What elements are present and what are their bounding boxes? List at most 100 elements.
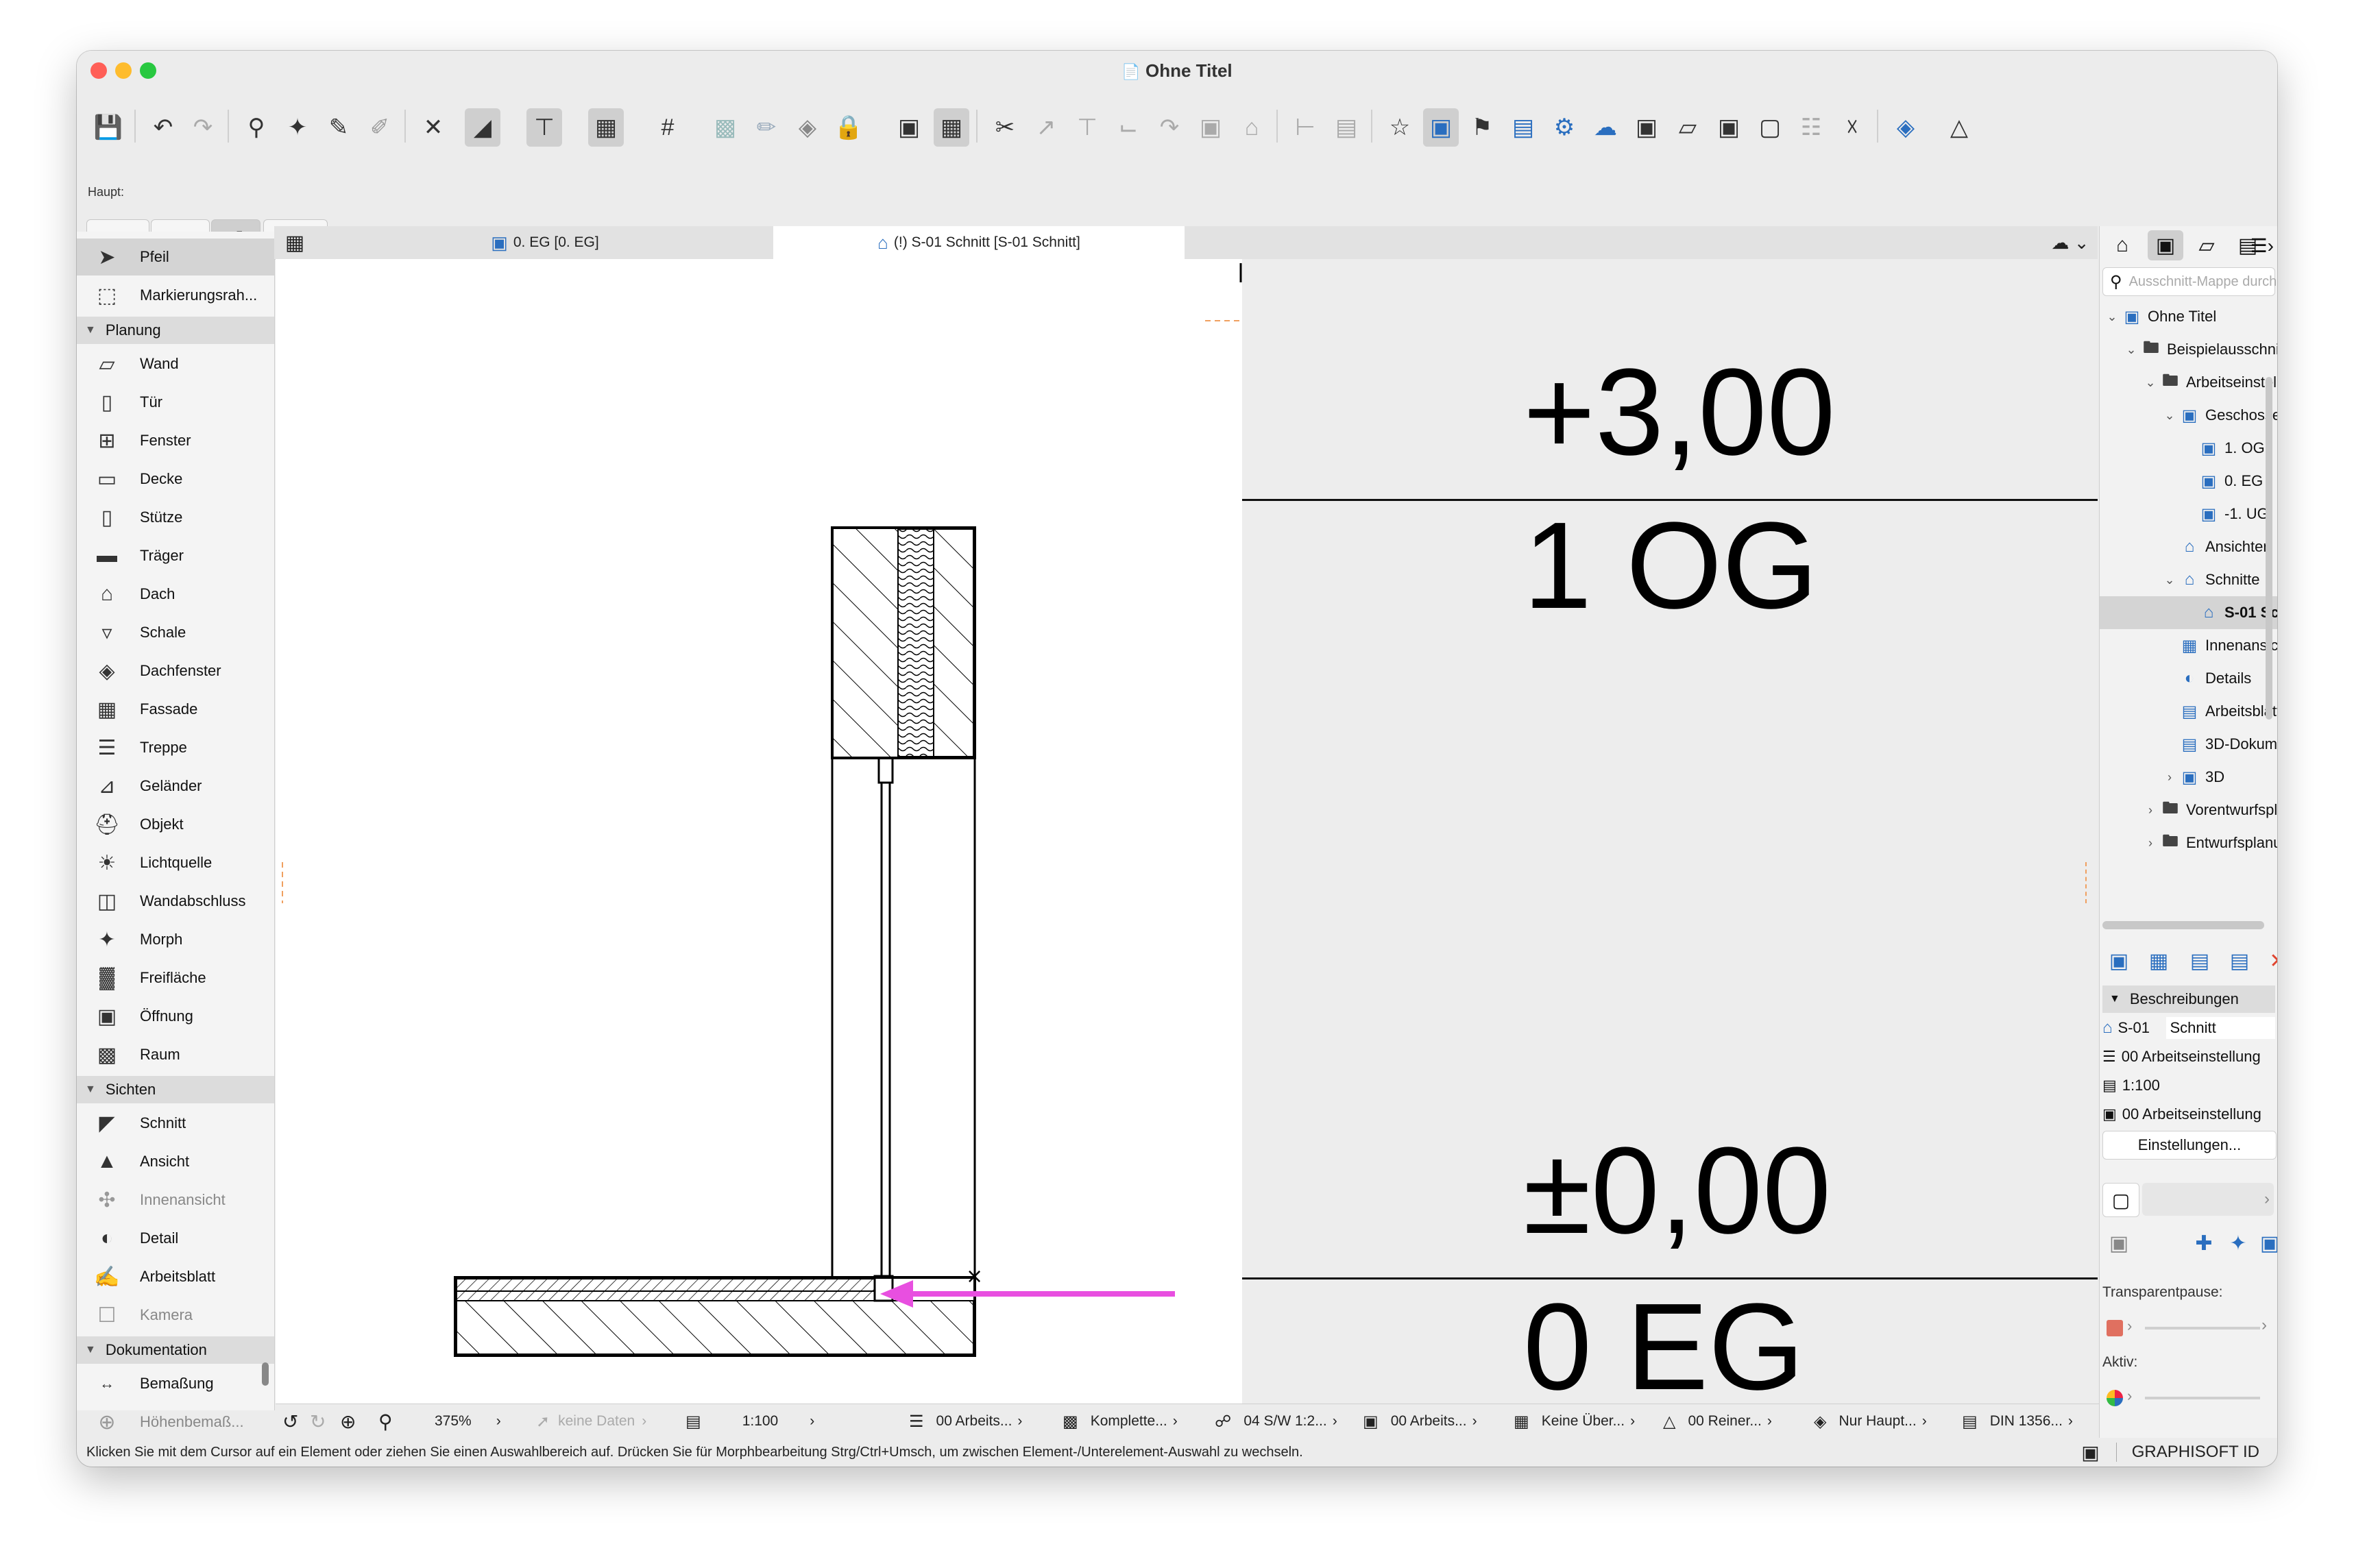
eyedropper-icon[interactable]: ✎ (321, 108, 356, 147)
tool-pfeil[interactable]: ➤ Pfeil (77, 238, 274, 275)
fit-window-icon[interactable]: ▣ (2105, 1229, 2133, 1257)
pen-icon[interactable]: ✏ (749, 108, 784, 147)
layer-combo-row[interactable]: ☰ 00 Arbeitseinstellung (2102, 1044, 2275, 1069)
tree-item[interactable]: ⌄ ⌂ Schnitte (2100, 563, 2277, 596)
trace-dropdown-icon[interactable]: › (2127, 1317, 2132, 1335)
lock-icon[interactable]: 🔒 (831, 108, 866, 147)
tool-dach[interactable]: ⌂ Dach (77, 576, 274, 613)
transparency-arrow-icon[interactable]: › (2261, 1316, 2267, 1335)
model-view-icon[interactable]: ▢ (1752, 108, 1788, 147)
tag-icon[interactable]: ☓ (1834, 108, 1870, 147)
tool-fassade[interactable]: ▦ Fassade (77, 691, 274, 728)
chevron-down-icon[interactable]: ⌄ (2163, 408, 2176, 423)
tab-overview-icon[interactable]: ▦ (274, 226, 315, 259)
tree-scrollbar[interactable] (2266, 377, 2272, 720)
redo-icon[interactable]: ↷ (185, 108, 221, 147)
next-view-icon[interactable]: ↻ (310, 1404, 326, 1438)
window-frame-icon[interactable]: ▢ (2102, 1183, 2139, 1217)
zoom-region-icon[interactable]: ▣ (2256, 1229, 2277, 1257)
tab-section[interactable]: ⌂ (!) S-01 Schnitt [S-01 Schnitt] (773, 226, 1185, 259)
tool-hoehenbemassung[interactable]: ⊕ Höhenbemaß... (77, 1404, 274, 1441)
layer-icon[interactable]: ▩ (707, 108, 743, 147)
tool-tuer[interactable]: ▯ Tür (77, 384, 274, 421)
tool-decke[interactable]: ▭ Decke (77, 461, 274, 498)
active-dropdown-icon[interactable]: › (2127, 1387, 2132, 1405)
tool-gelaender[interactable]: ⊿ Geländer (77, 768, 274, 805)
snap-icon[interactable]: ✕ (415, 108, 451, 147)
dimension-standard-field[interactable]: ▤ DIN 1356... › (1962, 1404, 2073, 1438)
view-id[interactable]: S-01 (2118, 1019, 2166, 1037)
pan-icon[interactable]: ✚ (2190, 1229, 2218, 1257)
structure-display-field[interactable]: ▩ Komplette... › (1063, 1404, 1178, 1438)
tree-item[interactable]: ▣ 1. OG (2100, 432, 2277, 465)
window-selector[interactable]: › (2142, 1183, 2274, 1216)
new-folder-icon[interactable]: ▤ (2186, 947, 2213, 975)
renovation-filter-field[interactable]: △ 00 Reiner... › (1663, 1404, 1772, 1438)
tool-ansicht[interactable]: ▲ Ansicht (77, 1143, 274, 1180)
roof-trim-icon[interactable]: ⌂ (1234, 108, 1270, 147)
tree-item[interactable]: ▣ -1. UG (2100, 498, 2277, 530)
tool-marquee[interactable]: ⬚ Markierungsrah... (77, 277, 274, 314)
tool-bemassung[interactable]: ↔ Bemaßung (77, 1365, 274, 1402)
3d-cutaway-icon[interactable]: ▱ (1670, 108, 1706, 147)
tree-item[interactable]: ▦Innenansichten (2100, 629, 2277, 662)
dimension-icon[interactable]: ⊢ (1287, 108, 1323, 147)
tool-treppe[interactable]: ☰ Treppe (77, 729, 274, 766)
view-name-field[interactable]: Schnitt (2165, 1017, 2275, 1039)
chevron-right-icon[interactable]: › (2163, 770, 2176, 785)
tool-freiflaeche[interactable]: ▓ Freifläche (77, 959, 274, 996)
partial-structure-field[interactable]: ◈ Nur Haupt... › (1814, 1404, 1927, 1438)
tool-fenster[interactable]: ⊞ Fenster (77, 422, 274, 459)
tree-item[interactable]: ⌂S-01 Schnitt (2100, 596, 2277, 629)
pen-set-field[interactable]: ☍ 04 S/W 1:2... › (1215, 1404, 1337, 1438)
chevron-right-icon[interactable]: › (2144, 803, 2157, 818)
zoom-in-icon[interactable]: ⊕ (340, 1404, 356, 1438)
tool-objekt[interactable]: ⛑ Objekt (77, 806, 274, 843)
section-header-sichten[interactable]: ▼ Sichten (77, 1076, 274, 1103)
explode-icon[interactable]: ▣ (1193, 108, 1228, 147)
adjust-icon[interactable]: ↗ (1028, 108, 1064, 147)
palette-scrollbar[interactable] (262, 1362, 269, 1386)
tool-stuetze[interactable]: ▯ Stütze (77, 499, 274, 536)
magic-wand-icon[interactable]: ✦ (280, 108, 315, 147)
view-rotation-field[interactable]: ➚ keine Daten › (536, 1404, 646, 1438)
window-toggle-icon[interactable]: ▣ (2081, 1441, 2099, 1464)
tree-item[interactable]: ▤ 3D-Dokumente (2100, 728, 2277, 761)
tree-horizontal-scrollbar[interactable] (2102, 921, 2264, 929)
3d-style-icon[interactable]: ▣ (1629, 108, 1664, 147)
tree-item[interactable]: › 🖿 Entwurfsplanung (2100, 826, 2277, 859)
3d-view-icon[interactable]: ◈ (1888, 108, 1924, 147)
tree-item[interactable]: ⌄ 🖿 Beispielausschnitte (2100, 333, 2277, 366)
tool-oeffnung[interactable]: ▣ Öffnung (77, 998, 274, 1035)
graphic-override-icon[interactable]: ▣ (1711, 108, 1747, 147)
teamwork-icon[interactable]: ☁ (1588, 108, 1623, 147)
syringe-icon[interactable]: ✐ (362, 108, 398, 147)
model-view-row[interactable]: ▣ 00 Arbeitseinstellung (2102, 1102, 2275, 1127)
tool-lichtquelle[interactable]: ☀ Lichtquelle (77, 844, 274, 881)
tool-morph[interactable]: ✦ Morph (77, 921, 274, 958)
descriptions-header[interactable]: ▼ Beschreibungen (2102, 985, 2275, 1013)
tree-item[interactable]: ⌂ Ansichten (2100, 530, 2277, 563)
tree-item[interactable]: ▤Arbeitsblätter (2100, 695, 2277, 728)
trace-color-swatch[interactable] (2107, 1320, 2123, 1336)
project-map-icon[interactable]: ⌂ (2107, 230, 2138, 260)
new-view-icon[interactable]: ▣ (2105, 947, 2133, 975)
label-icon[interactable]: ▤ (1328, 108, 1364, 147)
tree-item[interactable]: ◐ Details (2100, 662, 2277, 695)
split-icon[interactable]: ⊤ (1069, 108, 1105, 147)
tool-schnitt[interactable]: ◤ Schnitt (77, 1105, 274, 1142)
gravity-icon[interactable]: ⊤ (526, 108, 562, 147)
tree-item[interactable]: › 🖿 Vorentwurfsplanun (2100, 794, 2277, 826)
tree-item[interactable]: › ▣ 3D (2100, 761, 2277, 794)
tree-item[interactable]: ▣ 0. EG (2100, 465, 2277, 498)
transparency-slider[interactable] (2145, 1327, 2260, 1330)
trim-icon[interactable]: ✂ (987, 108, 1023, 147)
section-header-planung[interactable]: ▼ Planung (77, 317, 274, 344)
tool-traeger[interactable]: ▬ Träger (77, 537, 274, 574)
find-select-icon[interactable]: ⚲ (239, 108, 274, 147)
tree-item[interactable]: ⌄ ▣ Ohne Titel (2100, 300, 2277, 333)
undo-icon[interactable]: ↶ (145, 108, 181, 147)
orbit-icon[interactable]: ✦ (2224, 1229, 2252, 1257)
window-glazing[interactable] (880, 781, 891, 1277)
tool-dachfenster[interactable]: ◈ Dachfenster (77, 652, 274, 689)
